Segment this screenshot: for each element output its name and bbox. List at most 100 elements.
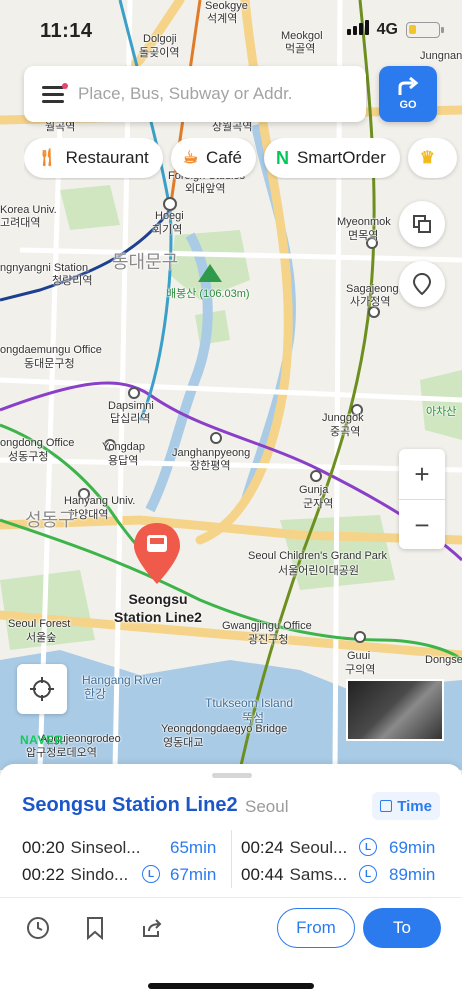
sheet-divider [0,897,462,898]
selected-station-label[interactable]: Seongsu Station Line2 [108,590,208,626]
map-label[interactable]: Junggok [322,412,364,425]
pin-label-line2: Station Line2 [114,609,202,625]
current-location-button[interactable] [17,664,67,714]
departure-destination: Sindo... [70,864,129,884]
zoom-out-button[interactable]: − [399,500,445,550]
sheet-handle[interactable] [212,773,252,778]
station-city: Seoul [245,797,289,816]
map-label[interactable]: 동대문구 [112,253,178,271]
map-label[interactable]: 한강 [84,688,106,701]
clock-icon [27,917,49,939]
map-label[interactable]: ongdong Office [0,437,74,450]
map-label[interactable]: 영동대교 [163,737,203,750]
map-label[interactable]: ngnyangni Station [0,262,88,275]
chip-cafe[interactable]: ☕︎ Café [170,138,256,178]
chip-smartorder[interactable]: N SmartOrder [263,138,400,178]
share-icon [143,919,162,937]
map-label[interactable]: 군자역 [303,498,333,511]
search-placeholder[interactable]: Place, Bus, Subway or Addr. [78,84,293,104]
map-label[interactable]: Janghanpyeong [172,447,250,460]
zoom-in-button[interactable]: + [399,449,445,500]
map-label[interactable]: 서울숲 [26,632,56,645]
departure-minutes: 65min [170,837,217,857]
map-label[interactable]: 배봉산 (106.03m) [166,288,250,301]
station-name[interactable]: Seongsu Station Line2 [22,794,238,817]
pin-label-line1: Seongsu [128,591,188,607]
map-label[interactable]: Yeongdongdaegyo Bridge [161,723,287,736]
map-label[interactable]: 사가정역 [350,296,390,309]
map-label[interactable]: 압구정로데오역 [26,747,97,760]
departure-time: 00:20 [22,837,65,857]
map-label[interactable]: 청량리역 [52,275,92,288]
station-info-sheet[interactable]: Seongsu Station Line2 Seoul Time 00:20 S… [0,764,462,1000]
map-label[interactable]: Dongse [425,654,462,667]
departure-row[interactable]: 00:22 Sindo... L 67min [22,861,227,888]
map-label[interactable]: Sagajeong [346,283,399,296]
status-bar: 11:14 4G [0,0,462,60]
history-button[interactable] [23,913,53,943]
map-label[interactable]: Yongdap [102,441,145,454]
map-label[interactable]: Hangang River [82,674,162,687]
map-label[interactable]: Myeonmok [337,216,391,229]
map-label[interactable]: 장한평역 [190,460,230,473]
map-label[interactable]: 용답역 [108,455,138,468]
map-label[interactable]: 면목역 [348,230,378,243]
turn-arrow-icon [398,77,419,95]
share-button[interactable] [137,913,167,943]
departures-right: 00:24 Seoul... L 69min 00:44 Sams... L 8… [241,834,446,888]
map-label[interactable]: Korea Univ. [0,204,57,217]
departure-minutes: 89min [389,864,436,884]
departure-row[interactable]: 00:24 Seoul... L 69min [241,834,446,861]
cup-icon: ☕︎ [182,148,199,167]
map-label[interactable]: 광진구청 [248,634,288,647]
layers-button[interactable] [399,201,445,247]
street-view-thumbnail[interactable] [346,679,444,741]
route-to-button[interactable]: To [363,908,441,948]
departure-minutes: 69min [389,837,436,857]
map-label[interactable]: Gwangjingu Office [222,620,312,633]
departure-row[interactable]: 00:20 Sinseol... 65min [22,834,227,861]
search-bar[interactable]: Place, Bus, Subway or Addr. [24,66,366,122]
map-label[interactable]: 성동구 [25,511,75,529]
location-pin-icon [413,273,431,295]
map-label[interactable]: 답십리역 [110,413,150,426]
place-marker-button[interactable] [399,261,445,307]
map-label[interactable]: 아차산 [426,406,456,419]
map-label[interactable]: Ttukseom Island [205,697,293,710]
naver-logo: NAVER [20,733,64,747]
map-label[interactable]: Hoegi [155,210,184,223]
map-label[interactable]: Hanyang Univ. [64,495,135,508]
chip-more[interactable]: ♛ [407,138,457,178]
n-icon: N [275,147,289,168]
directions-go-button[interactable]: GO [379,66,437,122]
departure-time: 00:44 [241,864,284,884]
map-label[interactable]: 중곡역 [330,426,360,439]
bookmark-button[interactable] [80,913,110,943]
map-label[interactable]: 외대앞역 [185,183,225,196]
timetable-button[interactable]: Time [372,792,440,820]
map-label[interactable]: 서울어린이대공원 [278,565,359,578]
map-label[interactable]: Dapsimni [108,400,154,413]
column-divider [231,830,232,888]
map-label[interactable]: 회기역 [152,224,182,237]
route-from-button[interactable]: From [277,908,355,948]
home-indicator[interactable] [148,983,314,989]
map-label[interactable]: 성동구청 [8,451,48,464]
chip-restaurant[interactable]: 🍴︎ Restaurant [24,138,163,178]
map-label[interactable]: 월곡역 [45,121,75,134]
signal-icon [345,20,369,40]
map-label[interactable]: Guui [347,650,370,663]
map-label[interactable]: Seoul Children's Grand Park [248,550,387,563]
crosshair-icon [30,677,54,701]
map-label[interactable]: 동대문구청 [24,358,75,371]
network-label: 4G [376,21,398,38]
menu-icon[interactable] [42,83,68,103]
map-label[interactable]: Seoul Forest [8,618,70,631]
map-label[interactable]: 구의역 [345,664,375,677]
map-label[interactable]: Gunja [299,484,328,497]
departure-row[interactable]: 00:44 Sams... L 89min [241,861,446,888]
map-label[interactable]: 고려대역 [0,217,40,230]
timetable-label: Time [397,797,432,815]
map-label[interactable]: ongdaemungu Office [0,344,102,357]
map-label[interactable]: 상월곡역 [212,121,252,134]
